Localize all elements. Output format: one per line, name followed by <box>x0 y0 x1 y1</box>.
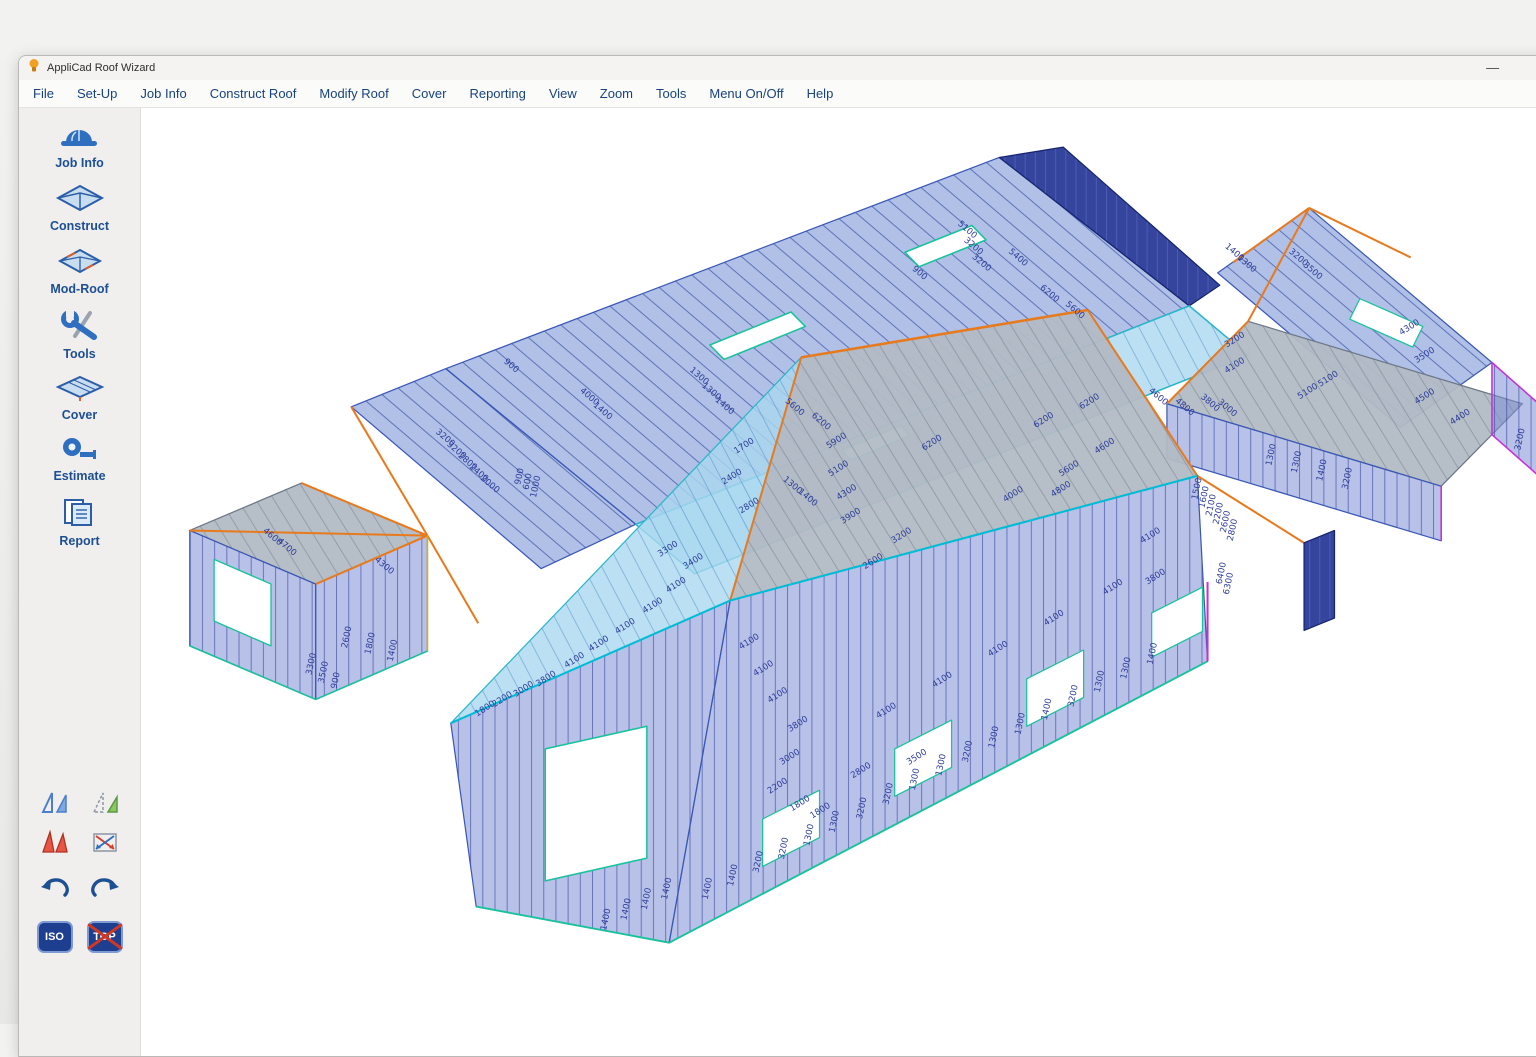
wrench-icon <box>57 309 103 346</box>
triangle-pair-red-icon[interactable] <box>38 826 72 858</box>
undo-redo-row <box>38 874 122 907</box>
sidebar-item-label: Job Info <box>55 156 104 170</box>
sidebar-item-label: Cover <box>61 408 98 422</box>
sidebar-item-estimate[interactable]: Estimate <box>53 435 106 483</box>
tape-measure-icon <box>56 435 102 468</box>
app-window: AppliCad Roof Wizard — □ File Set-Up Job… <box>18 55 1536 1057</box>
menu-item-construct-roof[interactable]: Construct Roof <box>210 86 297 101</box>
sidebar: Job Info Construct Mod-Roof Tools Cover … <box>19 108 141 1056</box>
menu-item-reporting[interactable]: Reporting <box>469 86 525 101</box>
title-bar: AppliCad Roof Wizard — □ <box>19 56 1536 80</box>
sidebar-item-label: Tools <box>63 347 96 361</box>
sidebar-item-construct[interactable]: Construct <box>50 183 109 233</box>
sidebar-item-label: Estimate <box>53 469 106 483</box>
window-controls: — □ <box>1482 56 1536 80</box>
menu-item-file[interactable]: File <box>33 86 54 101</box>
hard-hat-icon <box>56 120 102 155</box>
top-view-button[interactable]: TOP <box>86 921 123 953</box>
menu-item-cover[interactable]: Cover <box>412 86 447 101</box>
triangle-area-green-icon[interactable] <box>88 786 122 818</box>
sidebar-item-label: Mod-Roof <box>50 282 109 296</box>
sidebar-item-cover[interactable]: Cover <box>55 374 105 422</box>
menu-item-set-up[interactable]: Set-Up <box>77 86 117 101</box>
window-title: AppliCad Roof Wizard <box>47 62 156 74</box>
menu-bar: File Set-Up Job Info Construct Roof Modi… <box>19 80 1536 108</box>
redo-icon[interactable] <box>88 874 122 907</box>
undo-icon[interactable] <box>38 874 72 907</box>
quick-tool-grid <box>38 786 122 858</box>
menu-item-modify-roof[interactable]: Modify Roof <box>319 86 388 101</box>
drawing-canvas[interactable]: 900 4000 1400 1300 1300 1400 5600 6200 900 5100 32… <box>141 108 1536 1056</box>
sidebar-tool-cluster: ISO TOP <box>36 786 123 1056</box>
report-icon <box>57 496 103 533</box>
main-area: Job Info Construct Mod-Roof Tools Cover … <box>19 108 1536 1056</box>
roof-modify-icon <box>55 246 105 281</box>
roof-cover-icon <box>55 374 105 407</box>
sidebar-item-label: Report <box>59 534 100 548</box>
building-model <box>189 146 1536 944</box>
menu-item-tools[interactable]: Tools <box>656 86 686 101</box>
menu-item-help[interactable]: Help <box>807 86 834 101</box>
roof-model-drawing[interactable]: 90040001400130013001400 56006200900510032… <box>141 108 1536 1056</box>
menu-item-view[interactable]: View <box>549 86 577 101</box>
triangle-pair-blue-icon[interactable] <box>38 786 72 818</box>
sidebar-item-report[interactable]: Report <box>57 496 103 548</box>
menu-item-menu-on-off[interactable]: Menu On/Off <box>709 86 783 101</box>
minimize-button[interactable]: — <box>1482 56 1503 80</box>
sidebar-item-job-info[interactable]: Job Info <box>55 120 104 170</box>
app-logo-icon <box>27 58 41 78</box>
sidebar-item-label: Construct <box>49 219 110 233</box>
view-button-row: ISO TOP <box>36 921 123 953</box>
sidebar-item-tools[interactable]: Tools <box>57 309 103 361</box>
crossed-arrows-icon[interactable] <box>88 826 122 858</box>
sidebar-item-mod-roof[interactable]: Mod-Roof <box>50 246 109 296</box>
menu-item-zoom[interactable]: Zoom <box>600 86 633 101</box>
iso-view-button[interactable]: ISO <box>36 921 73 953</box>
menu-item-job-info[interactable]: Job Info <box>140 86 186 101</box>
roof-construct-icon <box>55 183 105 218</box>
